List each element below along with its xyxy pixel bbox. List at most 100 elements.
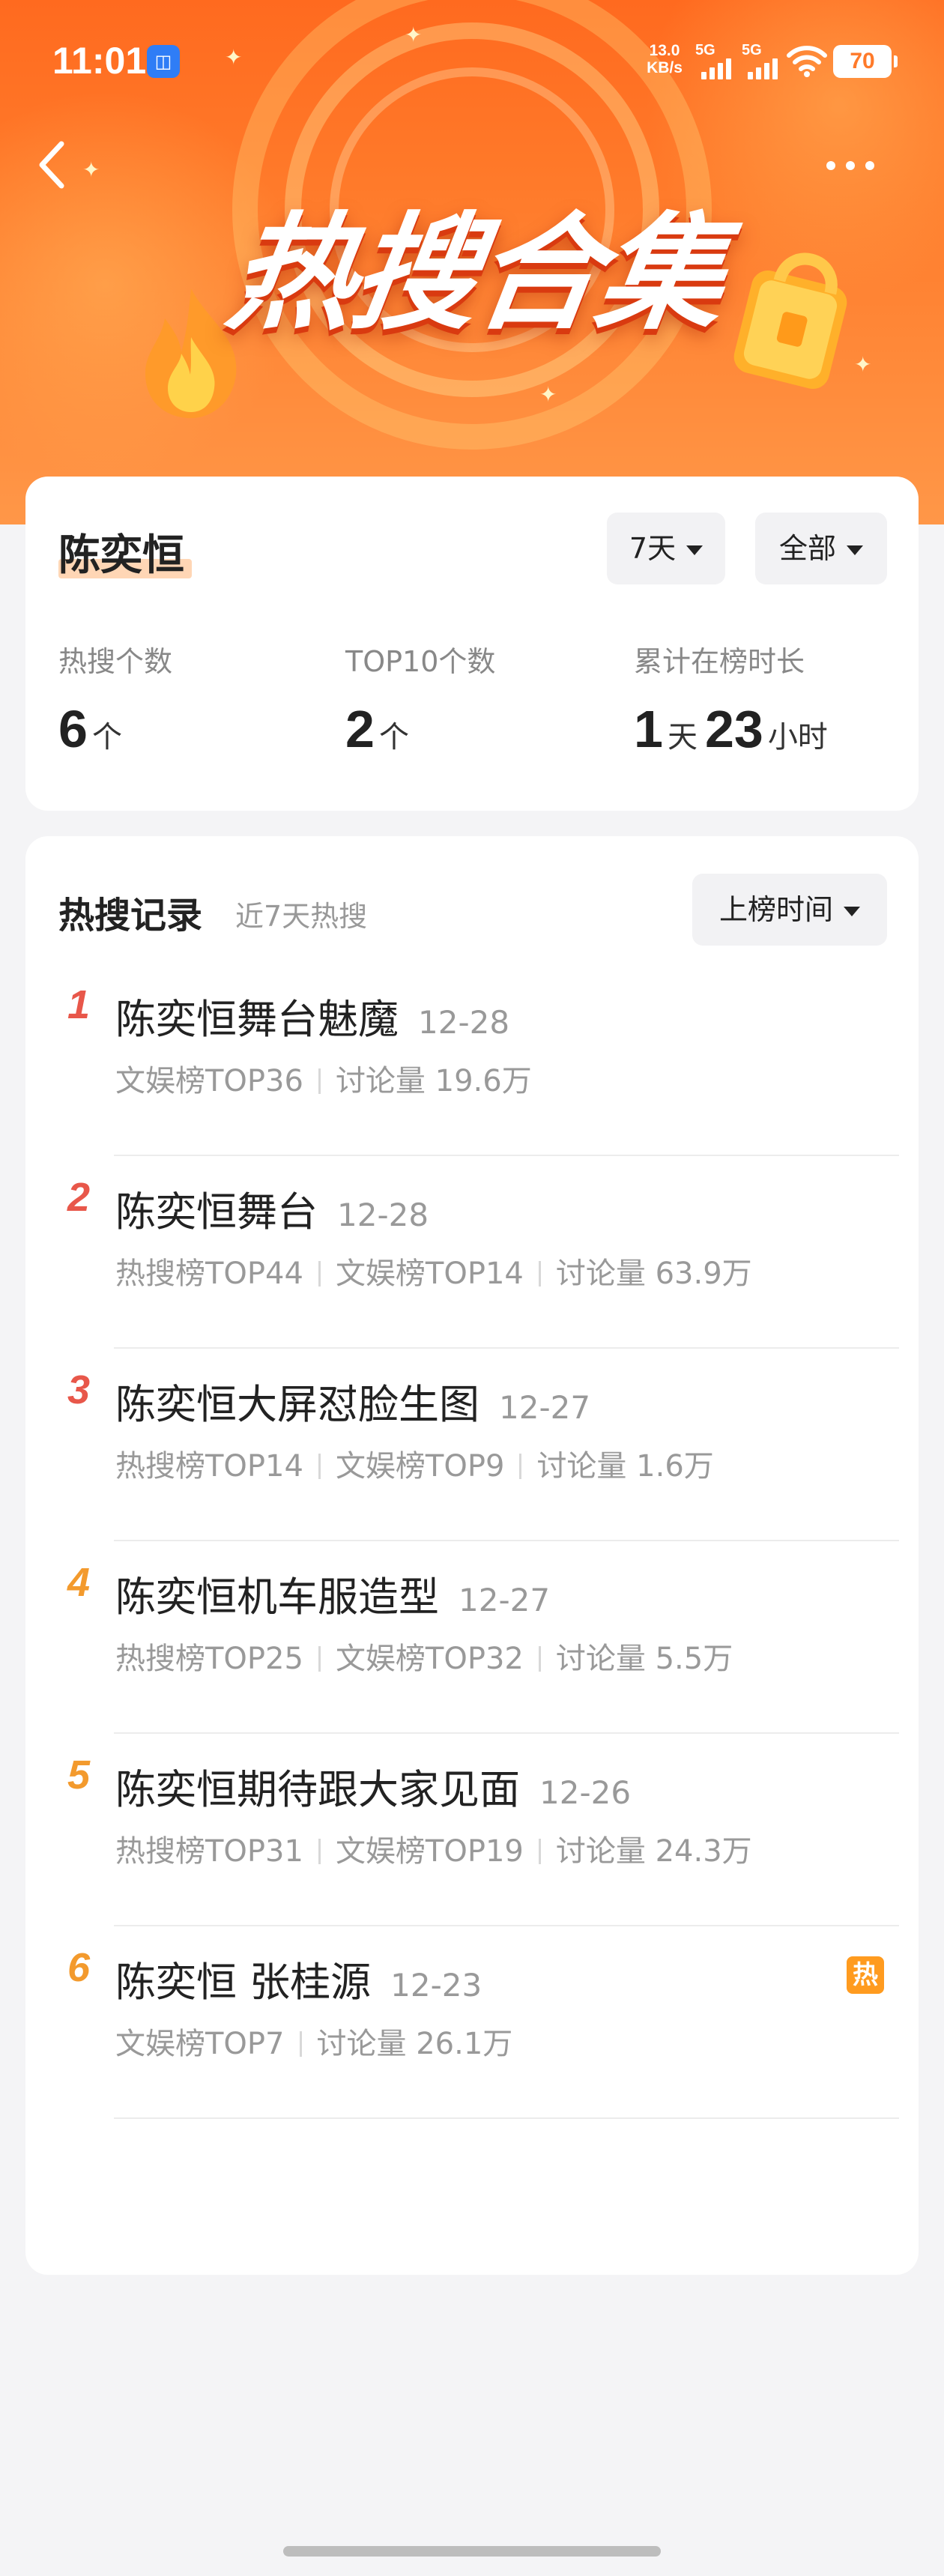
meta-separator	[538, 1839, 541, 1864]
sparkle-icon: ✦	[854, 352, 872, 377]
topic-meta: 热搜榜TOP25 文娱榜TOP32 讨论量 5.5万	[115, 1634, 733, 1678]
meta-text: 讨论量 5.5万	[555, 1642, 733, 1676]
sort-dropdown[interactable]: 上榜时间	[692, 874, 887, 946]
home-indicator[interactable]	[283, 2546, 661, 2557]
rank-number: 1	[67, 982, 91, 1027]
stat-duration: 累计在榜时长 1 天 23 小时	[634, 638, 835, 759]
person-name: 陈奕恒	[58, 531, 184, 580]
topic-title: 陈奕恒期待跟大家见面	[115, 1766, 520, 1813]
topic-row: 陈奕恒大屏怼脸生图 12-27	[115, 1371, 590, 1430]
stat-unit: 个	[91, 720, 122, 755]
list-item[interactable]: 5 陈奕恒期待跟大家见面 12-26 热搜榜TOP31 文娱榜TOP19 讨论量 24.3…	[25, 1734, 919, 1926]
stat-unit: 天	[667, 720, 698, 755]
topic-row: 陈奕恒 张桂源 12-23	[115, 1949, 482, 2008]
topic-date: 12-26	[539, 1774, 632, 1811]
signal-icon: 5G	[742, 42, 790, 79]
topic-meta: 热搜榜TOP31 文娱榜TOP19 讨论量 24.3万	[115, 1827, 752, 1870]
topic-row: 陈奕恒期待跟大家见面 12-26	[115, 1756, 631, 1815]
meta-separator	[318, 1454, 321, 1479]
topic-title: 陈奕恒 张桂源	[115, 1959, 372, 2006]
signal-label: 5G	[695, 42, 715, 58]
more-options-button[interactable]	[813, 147, 888, 184]
list-item[interactable]: 4 陈奕恒机车服造型 12-27 热搜榜TOP25 文娱榜TOP32 讨论量 5.5万	[25, 1541, 919, 1734]
topic-row: 陈奕恒舞台 12-28	[115, 1179, 429, 1238]
meta-text: 文娱榜TOP14	[335, 1257, 524, 1291]
topic-title: 陈奕恒舞台	[115, 1188, 318, 1236]
topic-meta: 热搜榜TOP44 文娱榜TOP14 讨论量 63.9万	[115, 1249, 752, 1292]
rank-number: 4	[67, 1560, 91, 1605]
topic-title: 陈奕恒大屏怼脸生图	[115, 1381, 479, 1428]
meta-separator	[318, 1839, 321, 1864]
divider	[114, 2117, 899, 2119]
meta-text: 讨论量 24.3万	[555, 1834, 752, 1869]
scope-filter-dropdown[interactable]: 全部	[755, 513, 887, 584]
meta-text: 文娱榜TOP19	[335, 1834, 524, 1869]
stat-unit: 小时	[767, 720, 828, 755]
hot-badge: 热	[847, 1956, 884, 1994]
dot-icon	[826, 161, 835, 170]
meta-text: 文娱榜TOP32	[335, 1642, 524, 1676]
header-banner: ✦ ✦ ✦ ✦ ✦ 热搜合集 11:01 ◫ 13.0 KB/s 5G 5G 7…	[0, 0, 944, 524]
status-time: 11:01	[52, 40, 147, 82]
meta-text: 讨论量 1.6万	[536, 1449, 714, 1484]
meta-separator	[519, 1454, 522, 1479]
meta-text: 讨论量 19.6万	[335, 1064, 532, 1098]
topic-meta: 热搜榜TOP14 文娱榜TOP9 讨论量 1.6万	[115, 1442, 714, 1485]
notification-app-icon: ◫	[147, 45, 180, 78]
rank-number: 2	[67, 1175, 91, 1220]
meta-separator	[318, 1068, 321, 1094]
topic-date: 12-28	[337, 1197, 429, 1233]
signal-label: 5G	[742, 42, 762, 58]
stat-number: 1	[634, 700, 663, 758]
rank-number: 3	[67, 1367, 91, 1412]
topic-meta: 文娱榜TOP36 讨论量 19.6万	[115, 1056, 532, 1100]
meta-separator	[538, 1261, 541, 1287]
stat-hot-count: 热搜个数 6个	[58, 638, 172, 759]
records-subtitle: 近7天热搜	[235, 900, 368, 933]
topic-title: 陈奕恒舞台魅魔	[115, 996, 399, 1043]
topic-row: 陈奕恒机车服造型 12-27	[115, 1564, 550, 1623]
meta-separator	[299, 2031, 302, 2057]
battery-indicator: 70	[833, 45, 898, 78]
meta-text: 热搜榜TOP14	[115, 1449, 303, 1484]
caret-down-icon	[847, 545, 863, 555]
stat-label: TOP10个数	[345, 645, 496, 678]
stat-top10-count: TOP10个数 2个	[345, 638, 495, 759]
list-item[interactable]: 1 陈奕恒舞台魅魔 12-28 文娱榜TOP36 讨论量 19.6万	[25, 964, 919, 1156]
topic-date: 12-27	[499, 1389, 591, 1426]
meta-separator	[318, 1646, 321, 1672]
dot-icon	[846, 161, 855, 170]
meta-text: 热搜榜TOP44	[115, 1257, 303, 1291]
topic-title: 陈奕恒机车服造型	[115, 1573, 439, 1621]
records-list: 1 陈奕恒舞台魅魔 12-28 文娱榜TOP36 讨论量 19.6万 2 陈奕恒舞台 12-2…	[25, 964, 919, 2119]
topic-date: 12-27	[459, 1582, 551, 1618]
meta-separator	[318, 1261, 321, 1287]
wifi-icon	[787, 46, 827, 77]
meta-text: 讨论量 26.1万	[316, 2027, 513, 2061]
back-icon[interactable]	[30, 135, 75, 195]
list-item[interactable]: 6 陈奕恒 张桂源 12-23 文娱榜TOP7 讨论量 26.1万 热	[25, 1926, 919, 2119]
meta-separator	[538, 1646, 541, 1672]
meta-text: 讨论量 63.9万	[555, 1257, 752, 1291]
network-speed: 13.0 KB/s	[638, 42, 691, 76]
list-item[interactable]: 3 陈奕恒大屏怼脸生图 12-27 热搜榜TOP14 文娱榜TOP9 讨论量 1.6万	[25, 1349, 919, 1541]
network-speed-unit: KB/s	[647, 59, 683, 76]
sort-label: 上榜时间	[718, 893, 833, 926]
meta-text: 文娱榜TOP7	[115, 2027, 285, 2061]
meta-text: 文娱榜TOP9	[335, 1449, 505, 1484]
list-item[interactable]: 2 陈奕恒舞台 12-28 热搜榜TOP44 文娱榜TOP14 讨论量 63.9万	[25, 1156, 919, 1349]
sparkle-icon: ✦	[82, 157, 100, 182]
topic-meta: 文娱榜TOP7 讨论量 26.1万	[115, 2019, 512, 2063]
rank-number: 6	[67, 1945, 91, 1990]
sparkle-icon: ✦	[539, 382, 557, 407]
meta-text: 热搜榜TOP25	[115, 1642, 303, 1676]
stat-label: 累计在榜时长	[634, 645, 805, 678]
rank-number: 5	[67, 1753, 91, 1798]
meta-text: 文娱榜TOP36	[115, 1064, 303, 1098]
records-card: 热搜记录 近7天热搜 上榜时间 1 陈奕恒舞台魅魔 12-28 文娱榜TOP36 讨论量…	[25, 836, 919, 2275]
caret-down-icon	[844, 907, 860, 916]
caret-down-icon	[686, 545, 704, 555]
banner-title: 热搜合集	[220, 200, 732, 347]
days-filter-dropdown[interactable]: 7天	[607, 513, 725, 584]
status-bar: 11:01 ◫ 13.0 KB/s 5G 5G 70	[0, 0, 944, 127]
